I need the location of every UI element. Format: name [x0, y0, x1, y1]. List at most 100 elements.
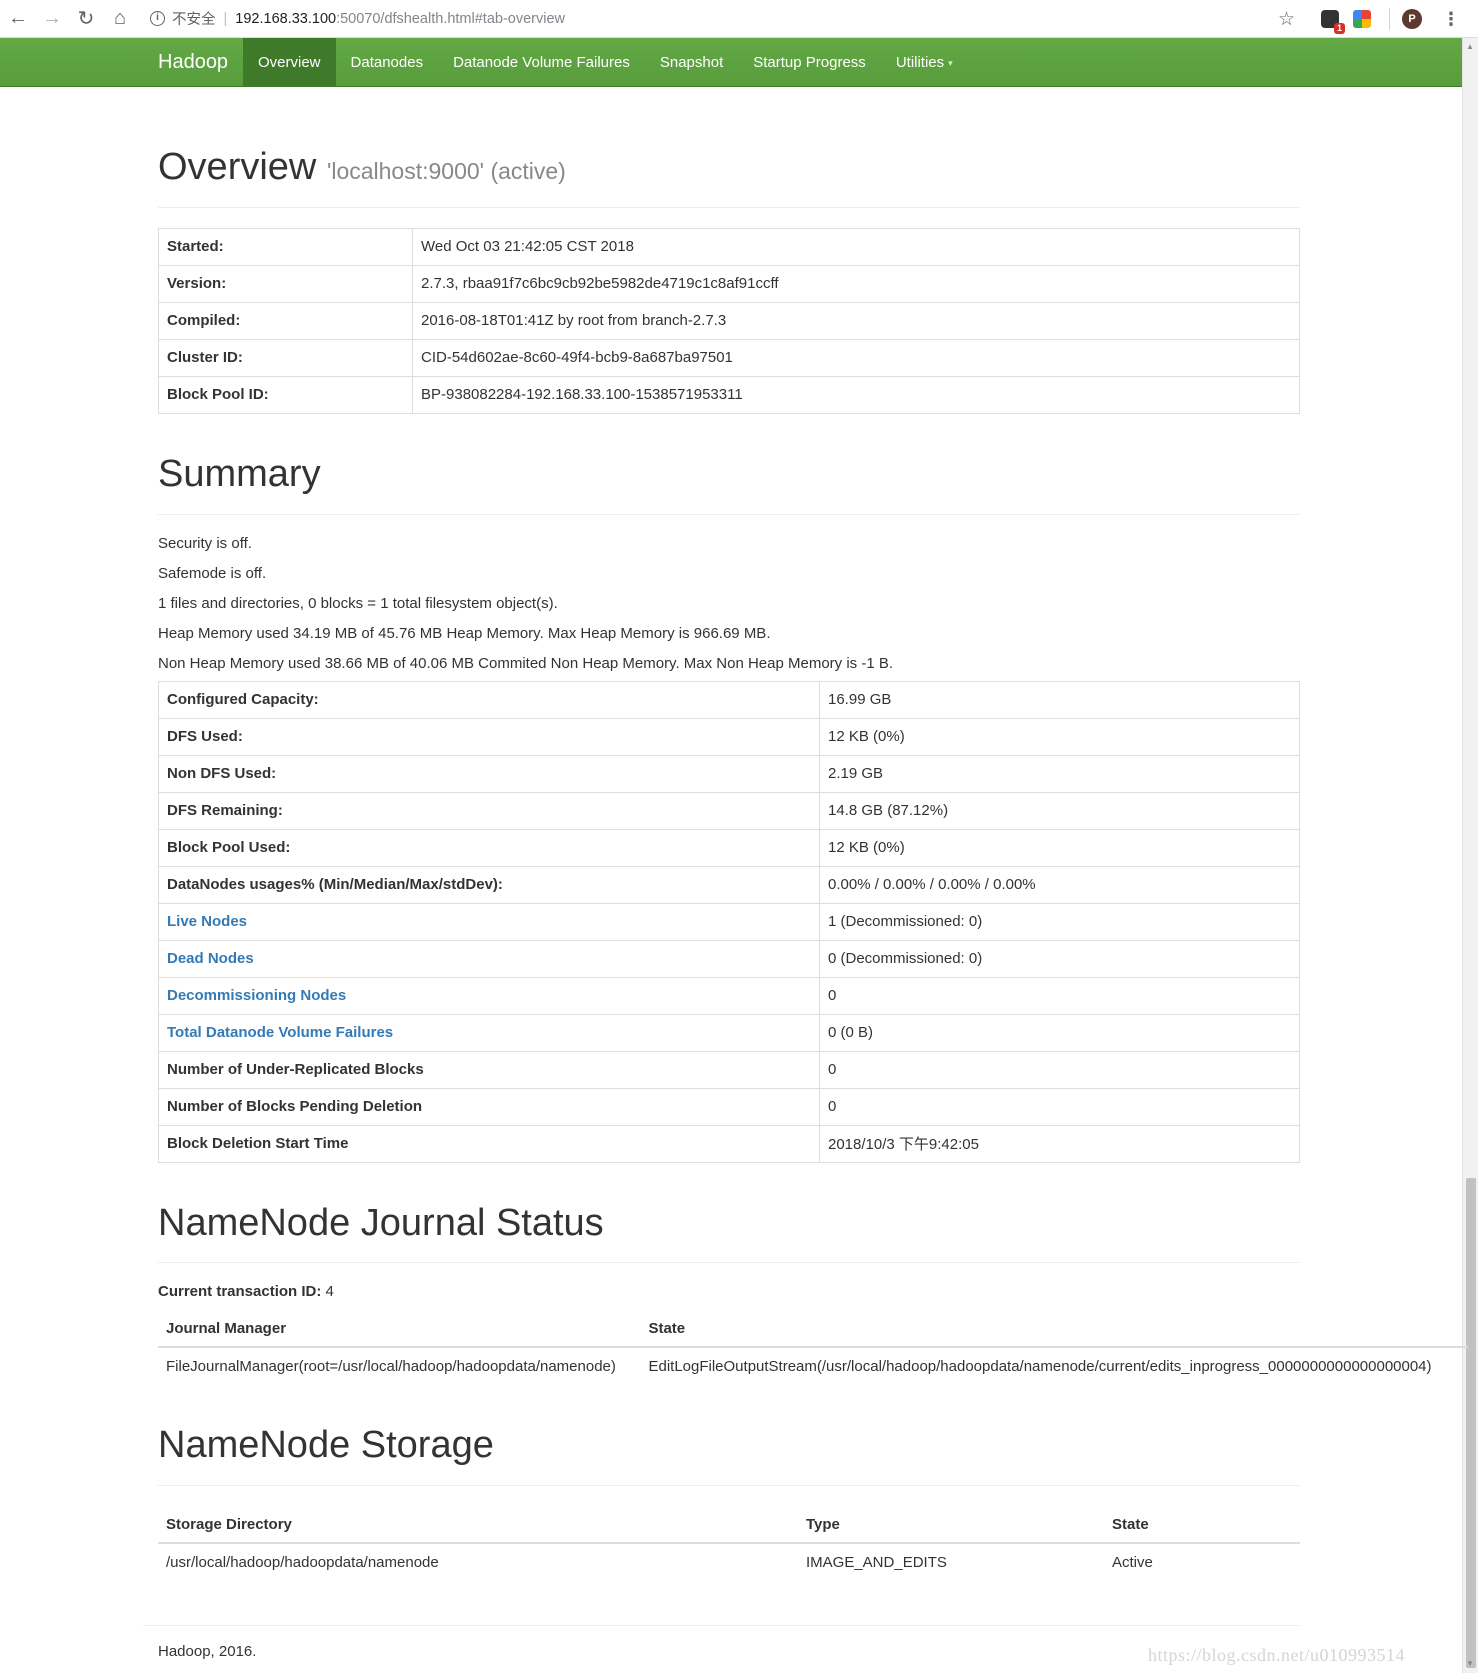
- summary-lines: Security is off. Safemode is off. 1 file…: [158, 529, 1300, 679]
- summary-key-cell: Total Datanode Volume Failures: [158, 1013, 820, 1052]
- journal-title: NameNode Journal Status: [158, 1201, 604, 1244]
- column-header: State: [1104, 1506, 1300, 1545]
- overview-table: Started: Wed Oct 03 21:42:05 CST 2018 Ver…: [158, 227, 1300, 414]
- extension-badge: 1: [1333, 23, 1345, 34]
- column-header: Type: [798, 1506, 1104, 1545]
- summary-key: DFS Remaining:: [158, 791, 820, 830]
- nav-tab-snapshot[interactable]: Snapshot: [645, 38, 738, 87]
- table-row: Number of Blocks Pending Deletion 0: [158, 1087, 1300, 1126]
- navbar-brand[interactable]: Hadoop: [158, 38, 228, 87]
- summary-key-cell: Dead Nodes: [158, 939, 820, 978]
- nav-tab-datanodes[interactable]: Datanodes: [336, 38, 439, 87]
- page-title: Overview 'localhost:9000' (active): [158, 146, 1300, 189]
- table-row: /usr/local/hadoop/hadoopdata/namenode IM…: [158, 1543, 1300, 1581]
- journal-table: Journal Manager State FileJournalManager…: [158, 1310, 1468, 1385]
- table-row: Block Pool Used: 12 KB (0%): [158, 828, 1300, 867]
- url-host: 192.168.33.100: [235, 10, 337, 27]
- overview-value: BP-938082284-192.168.33.100-153857195331…: [412, 375, 1300, 414]
- table-row: Started: Wed Oct 03 21:42:05 CST 2018: [158, 227, 1300, 266]
- summary-key: Block Pool Used:: [158, 828, 820, 867]
- dead-nodes-link[interactable]: Dead Nodes: [167, 950, 254, 967]
- url-separator: |: [223, 10, 228, 27]
- overview-value: CID-54d602ae-8c60-49f4-bcb9-8a687ba97501: [412, 338, 1300, 377]
- decommissioning-nodes-link[interactable]: Decommissioning Nodes: [167, 987, 346, 1004]
- scroll-up-arrow-icon[interactable]: ▲: [1466, 42, 1474, 52]
- table-row: Configured Capacity: 16.99 GB: [158, 680, 1300, 719]
- summary-value: 0: [819, 1087, 1300, 1126]
- chevron-down-icon: ▾: [948, 57, 953, 68]
- table-row: Cluster ID: CID-54d602ae-8c60-49f4-bcb9-8…: [158, 338, 1300, 377]
- watermark: https://blog.csdn.net/u010993514: [1148, 1645, 1405, 1665]
- volume-failures-link[interactable]: Total Datanode Volume Failures: [167, 1024, 393, 1041]
- info-icon[interactable]: i: [150, 11, 165, 26]
- summary-table: Configured Capacity: 16.99 GB DFS Used: 12…: [158, 680, 1300, 1163]
- summary-line: Non Heap Memory used 38.66 MB of 40.06 M…: [158, 654, 894, 672]
- extension-icon[interactable]: 1: [1321, 10, 1345, 34]
- storage-title: NameNode Storage: [158, 1424, 494, 1467]
- table-header-row: Journal Manager State: [158, 1310, 1468, 1349]
- table-row: DataNodes usages% (Min/Median/Max/stdDev…: [158, 865, 1300, 904]
- summary-value: 12 KB (0%): [819, 717, 1300, 756]
- table-header-row: Storage Directory Type State: [158, 1506, 1300, 1545]
- summary-key-cell: Decommissioning Nodes: [158, 976, 820, 1015]
- overview-subtitle: 'localhost:9000' (active): [326, 158, 566, 184]
- txid-value: 4: [325, 1283, 334, 1301]
- overview-title: Overview: [158, 146, 317, 188]
- overview-key: Version:: [158, 264, 413, 303]
- column-header: Storage Directory: [158, 1506, 798, 1545]
- profile-avatar[interactable]: P: [1402, 9, 1422, 29]
- forward-arrow-icon[interactable]: →: [36, 3, 68, 35]
- page-scrollbar[interactable]: ▲ ▼: [1462, 38, 1478, 1673]
- live-nodes-link[interactable]: Live Nodes: [167, 913, 247, 930]
- transaction-id: Current transaction ID: 4: [158, 1283, 1300, 1300]
- journal-state-cell: EditLogFileOutputStream(/usr/local/hadoo…: [648, 1358, 1432, 1376]
- nav-tab-datanode-volume-failures[interactable]: Datanode Volume Failures: [438, 38, 645, 87]
- kebab-menu-icon[interactable]: ⋮: [1442, 9, 1460, 30]
- url-path: :50070/dfshealth.html#tab-overview: [336, 10, 565, 27]
- nav-tab-overview[interactable]: Overview: [243, 38, 336, 87]
- overview-value: Wed Oct 03 21:42:05 CST 2018: [412, 227, 1300, 266]
- nav-tab-startup-progress[interactable]: Startup Progress: [738, 38, 881, 87]
- summary-value: 0.00% / 0.00% / 0.00% / 0.00%: [819, 865, 1300, 904]
- nav-tab-utilities[interactable]: Utilities ▾: [881, 38, 968, 87]
- summary-value: 0: [819, 976, 1300, 1015]
- summary-key: DFS Used:: [158, 717, 820, 756]
- summary-key: Non DFS Used:: [158, 754, 820, 793]
- storage-directory-cell: /usr/local/hadoop/hadoopdata/namenode: [166, 1554, 439, 1572]
- summary-value: 16.99 GB: [819, 680, 1300, 719]
- extension-icon-2[interactable]: [1353, 10, 1371, 28]
- column-header: Journal Manager: [158, 1310, 641, 1349]
- overview-key: Started:: [158, 227, 413, 266]
- overview-value: 2016-08-18T01:41Z by root from branch-2.…: [412, 301, 1300, 340]
- txid-label: Current transaction ID:: [158, 1283, 322, 1301]
- summary-key: Number of Blocks Pending Deletion: [158, 1087, 820, 1126]
- scroll-down-arrow-icon[interactable]: ▼: [1466, 1659, 1474, 1669]
- table-row: Decommissioning Nodes 0: [158, 976, 1300, 1015]
- summary-header: Summary: [158, 453, 1300, 515]
- table-row: Total Datanode Volume Failures 0 (0 B): [158, 1013, 1300, 1052]
- home-icon[interactable]: ⌂: [104, 3, 136, 35]
- summary-value: 1 (Decommissioned: 0): [819, 902, 1300, 941]
- summary-line: Heap Memory used 34.19 MB of 45.76 MB He…: [158, 624, 771, 642]
- table-row: Version: 2.7.3, rbaa91f7c6bc9cb92be5982de…: [158, 264, 1300, 303]
- reload-icon[interactable]: ↻: [70, 3, 102, 35]
- summary-key: Number of Under-Replicated Blocks: [158, 1050, 820, 1089]
- summary-value: 0 (0 B): [819, 1013, 1300, 1052]
- bookmark-star-icon[interactable]: ☆: [1278, 8, 1295, 31]
- scrollbar-thumb[interactable]: [1466, 1178, 1476, 1668]
- storage-state-cell: Active: [1112, 1554, 1153, 1572]
- journal-header: NameNode Journal Status: [158, 1201, 1300, 1264]
- overview-key: Block Pool ID:: [158, 375, 413, 414]
- nav-items: Overview Datanodes Datanode Volume Failu…: [243, 38, 968, 87]
- summary-line: Safemode is off.: [158, 564, 267, 582]
- address-bar[interactable]: i 不安全 | 192.168.33.100:50070/dfshealth.h…: [150, 8, 565, 29]
- overview-key: Cluster ID:: [158, 338, 413, 377]
- summary-key: DataNodes usages% (Min/Median/Max/stdDev…: [158, 865, 820, 904]
- overview-header: Overview 'localhost:9000' (active): [158, 146, 1300, 208]
- summary-key: Block Deletion Start Time: [158, 1124, 820, 1163]
- back-arrow-icon[interactable]: ←: [2, 3, 34, 35]
- storage-type-cell: IMAGE_AND_EDITS: [806, 1554, 947, 1572]
- nav-tab-utilities-label: Utilities: [895, 54, 945, 71]
- table-row: Compiled: 2016-08-18T01:41Z by root from …: [158, 301, 1300, 340]
- summary-value: 2018/10/3 下午9:42:05: [819, 1124, 1300, 1163]
